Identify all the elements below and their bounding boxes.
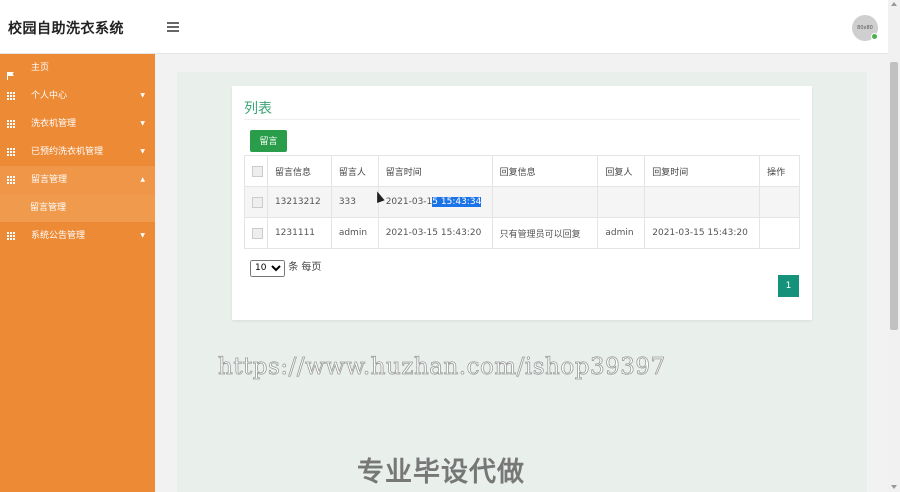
sidebar-item-home[interactable]: 主页 bbox=[0, 54, 155, 82]
grid-icon bbox=[7, 232, 15, 240]
grid-icon bbox=[7, 120, 15, 128]
action-cell bbox=[759, 217, 800, 249]
watermark-text: 专业毕设代做 bbox=[357, 457, 525, 488]
sidebar-item-reserved-washer-management[interactable]: 已预约洗衣机管理 ▼ bbox=[0, 138, 155, 166]
divider bbox=[244, 119, 800, 120]
hamburger-menu-icon[interactable] bbox=[167, 22, 179, 32]
list-panel: 列表 留言 留言信息 留言人 留言时间 回复信息 回复人 回复时间 操作 132… bbox=[232, 86, 812, 320]
time-cell: 2021-03-15 15:43:20 bbox=[377, 217, 493, 249]
scrollbar-thumb[interactable] bbox=[890, 62, 898, 330]
author-cell: admin bbox=[330, 217, 379, 249]
row-select-cell bbox=[244, 186, 268, 218]
row-select-cell bbox=[244, 217, 268, 249]
page-size-select[interactable]: 10 bbox=[250, 259, 285, 277]
per-page-label: 条 每页 bbox=[288, 262, 322, 273]
chevron-up-icon: ▲ bbox=[140, 176, 145, 183]
watermark-url: https://www.huzhan.com/ishop39397 bbox=[218, 354, 666, 381]
avatar-placeholder-text: 80x80 bbox=[857, 25, 873, 31]
add-message-button[interactable]: 留言 bbox=[250, 130, 287, 152]
sidebar-item-label: 系统公告管理 bbox=[31, 231, 86, 241]
table-row[interactable]: 1231111 admin 2021-03-15 15:43:20 只有管理员可… bbox=[244, 217, 800, 249]
table-row[interactable]: 13213212 333 2021-03-15 15:43:34 bbox=[244, 186, 800, 218]
message-table: 留言信息 留言人 留言时间 回复信息 回复人 回复时间 操作 13213212 … bbox=[244, 155, 800, 249]
column-header: 留言人 bbox=[330, 155, 379, 187]
column-header: 留言信息 bbox=[266, 155, 332, 187]
scroll-down-arrow-icon[interactable] bbox=[891, 485, 897, 489]
replier-cell: admin bbox=[597, 217, 646, 249]
sidebar-item-message-management[interactable]: 留言管理 ▲ bbox=[0, 166, 155, 194]
row-checkbox[interactable] bbox=[252, 196, 263, 208]
sidebar-item-announcement-management[interactable]: 系统公告管理 ▼ bbox=[0, 222, 155, 250]
selected-text: 5 15:43:34 bbox=[432, 197, 482, 207]
sidebar-item-label: 主页 bbox=[31, 63, 50, 73]
sidebar-item-label: 个人中心 bbox=[31, 91, 68, 101]
sidebar-item-label: 留言管理 bbox=[31, 175, 68, 185]
column-header: 回复人 bbox=[597, 155, 646, 187]
top-header: 校园自助洗衣系统 80x80 bbox=[0, 0, 888, 54]
column-header: 操作 bbox=[759, 155, 800, 187]
chevron-down-icon: ▼ bbox=[140, 92, 145, 99]
sidebar-item-personal-center[interactable]: 个人中心 ▼ bbox=[0, 82, 155, 110]
reply-time-cell bbox=[644, 186, 761, 218]
column-header: 留言时间 bbox=[377, 155, 493, 187]
reply-cell bbox=[491, 186, 599, 218]
author-cell: 333 bbox=[330, 186, 379, 218]
chevron-down-icon: ▼ bbox=[140, 148, 145, 155]
page-size-control: 10 条 每页 bbox=[250, 258, 321, 277]
message-cell: 13213212 bbox=[266, 186, 332, 218]
sidebar-item-label: 已预约洗衣机管理 bbox=[31, 147, 104, 157]
flag-icon bbox=[7, 64, 15, 80]
chevron-down-icon: ▼ bbox=[140, 120, 145, 127]
column-header: 回复信息 bbox=[491, 155, 599, 187]
sidebar-item-label: 洗衣机管理 bbox=[31, 119, 77, 129]
time-text: 2021-03-1 bbox=[385, 197, 433, 207]
chevron-down-icon: ▼ bbox=[140, 232, 145, 239]
grid-icon bbox=[7, 176, 15, 184]
action-cell bbox=[759, 186, 800, 218]
reply-cell: 只有管理员可以回复 bbox=[491, 217, 599, 249]
time-cell: 2021-03-15 15:43:34 bbox=[377, 186, 493, 218]
replier-cell bbox=[597, 186, 646, 218]
sidebar: 主页 个人中心 ▼ 洗衣机管理 ▼ 已预约洗衣机管理 ▼ 留言管理 ▲ 留言管理… bbox=[0, 54, 155, 492]
message-cell: 1231111 bbox=[266, 217, 332, 249]
sidebar-item-washer-management[interactable]: 洗衣机管理 ▼ bbox=[0, 110, 155, 138]
scroll-up-arrow-icon[interactable] bbox=[891, 2, 897, 6]
grid-icon bbox=[7, 92, 15, 100]
column-header: 回复时间 bbox=[644, 155, 761, 187]
select-all-checkbox[interactable] bbox=[252, 165, 263, 177]
row-checkbox[interactable] bbox=[252, 227, 263, 239]
table-header-row: 留言信息 留言人 留言时间 回复信息 回复人 回复时间 操作 bbox=[244, 155, 800, 187]
panel-title: 列表 bbox=[244, 101, 272, 117]
app-title: 校园自助洗衣系统 bbox=[8, 21, 124, 37]
select-all-cell bbox=[244, 155, 268, 187]
page-button-current[interactable]: 1 bbox=[778, 275, 799, 297]
sidebar-subitem-message-management[interactable]: 留言管理 bbox=[0, 194, 155, 222]
reply-time-cell: 2021-03-15 15:43:20 bbox=[644, 217, 761, 249]
online-status-dot bbox=[871, 33, 878, 40]
grid-icon bbox=[7, 148, 15, 156]
avatar[interactable]: 80x80 bbox=[852, 15, 878, 41]
